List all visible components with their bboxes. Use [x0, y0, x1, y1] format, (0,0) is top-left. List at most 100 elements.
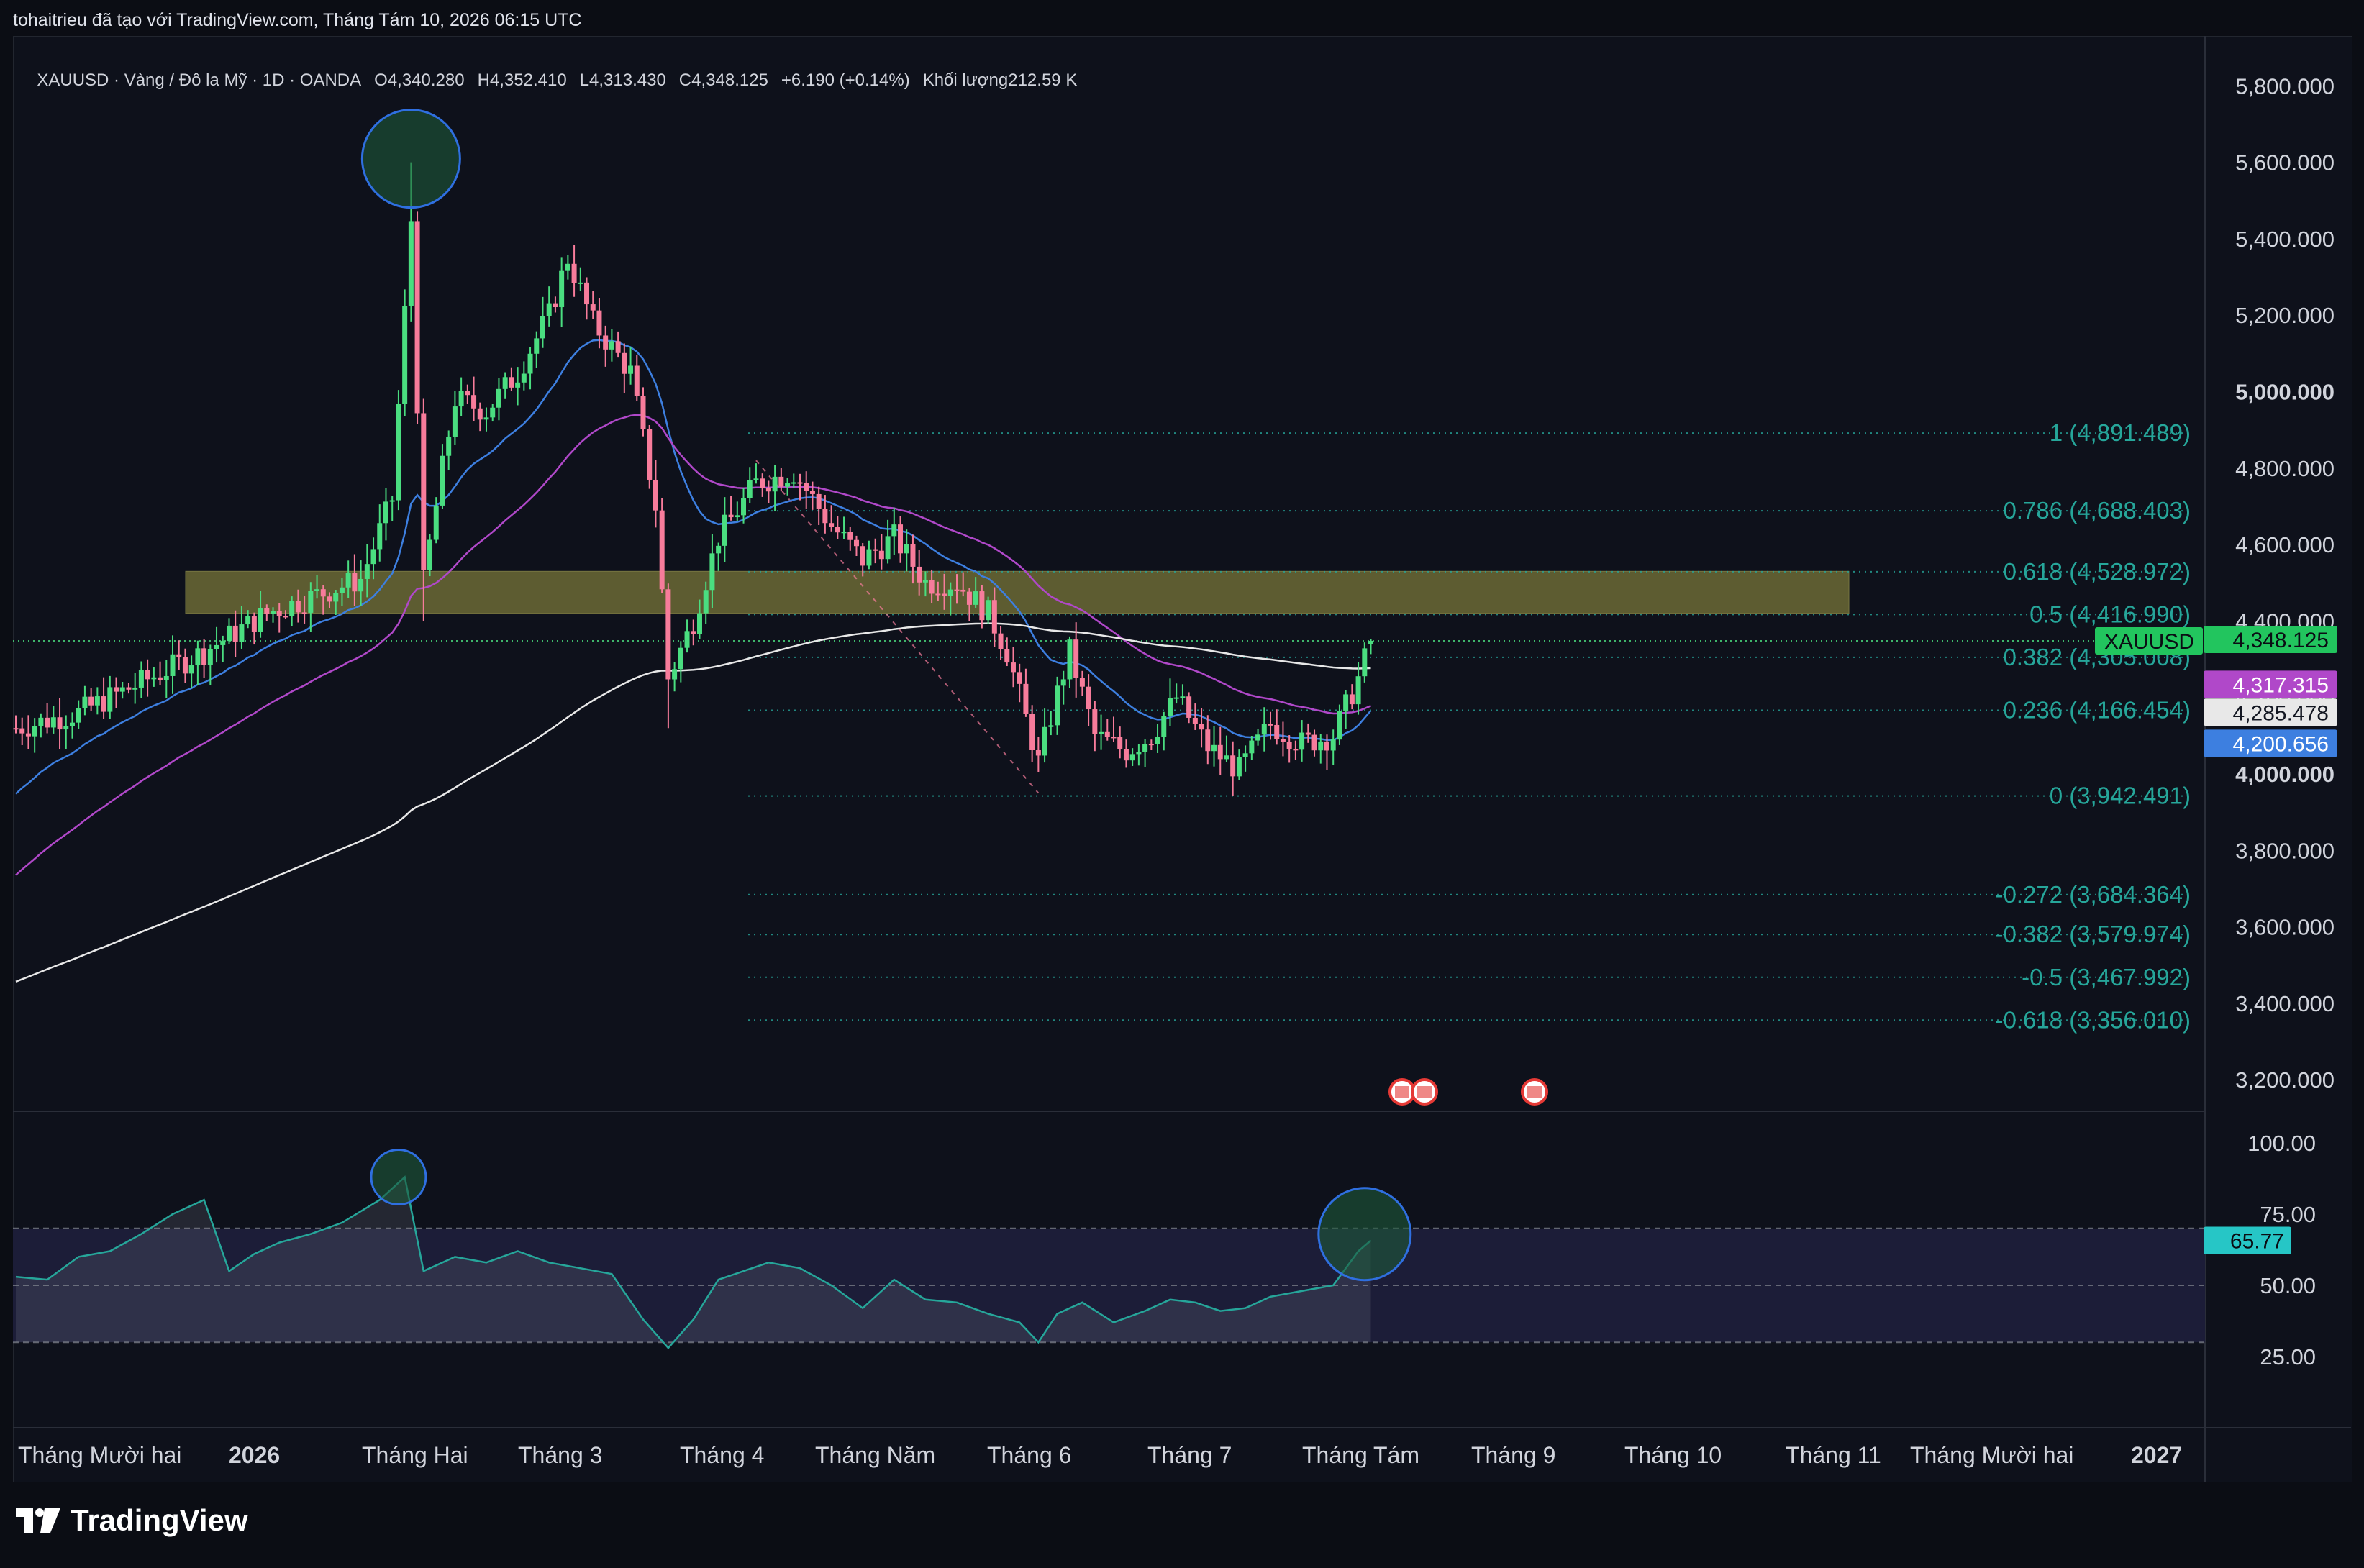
- candle-down: [301, 612, 307, 614]
- candle-up: [396, 404, 401, 501]
- candle-down: [1324, 741, 1329, 751]
- candle-down: [327, 596, 332, 602]
- ema-200-line: [15, 622, 1371, 983]
- candle-up: [1261, 724, 1267, 735]
- candle-up: [32, 726, 37, 737]
- candle-up: [527, 353, 533, 374]
- candle-down: [1286, 742, 1292, 749]
- candle-up: [1129, 754, 1135, 761]
- candle-down: [1205, 729, 1211, 752]
- candle-down: [477, 408, 483, 420]
- candle-down: [622, 352, 627, 374]
- candle-down: [1029, 714, 1035, 750]
- candle-up: [841, 532, 847, 534]
- candle-down: [917, 566, 922, 583]
- candle-up: [1255, 734, 1261, 741]
- time-axis-label: Tháng 6: [987, 1442, 1071, 1468]
- candle-down: [979, 591, 985, 621]
- candle-down: [603, 335, 609, 350]
- candle-up: [195, 648, 201, 666]
- candle-down: [640, 396, 646, 429]
- candle-up: [333, 593, 339, 602]
- candle-down: [1104, 731, 1110, 737]
- candle-down: [960, 589, 966, 592]
- candle-down: [935, 593, 941, 596]
- price-axis-label: 4,000.000: [2235, 762, 2335, 787]
- candle-up: [709, 553, 715, 591]
- candle-down: [910, 544, 916, 567]
- candle-up: [1173, 697, 1179, 699]
- candle-up: [1142, 744, 1148, 752]
- candle-up: [402, 306, 408, 404]
- resistance-zone: [185, 570, 1850, 614]
- candle-down: [1079, 678, 1085, 687]
- candle-up: [1055, 685, 1060, 726]
- price-chart[interactable]: 1 (4,891.489) 0.786 (4,688.403) 0.618 (4,5…: [0, 0, 2364, 1568]
- candle-down: [1293, 749, 1299, 751]
- candle-up: [716, 545, 722, 554]
- candle-down: [615, 341, 621, 353]
- candle-down: [1230, 755, 1236, 777]
- candle-down: [352, 573, 358, 592]
- time-axis-label: 2027: [2131, 1442, 2182, 1468]
- candle-up: [383, 501, 388, 524]
- candle-down: [1086, 686, 1091, 710]
- candle-down: [176, 654, 182, 657]
- candle-up: [1330, 739, 1336, 751]
- tradingview-logo[interactable]: TradingView: [16, 1503, 248, 1538]
- candle-down: [320, 589, 326, 597]
- candle-down: [1010, 662, 1016, 673]
- candle-up: [696, 613, 702, 634]
- candle-up: [1155, 737, 1160, 744]
- candle-down: [998, 633, 1004, 649]
- candle-down: [251, 616, 257, 632]
- candle-up: [1067, 639, 1073, 680]
- candle-up: [578, 282, 583, 284]
- candle-up: [63, 726, 69, 730]
- candle-down: [797, 482, 803, 484]
- candle-up: [1211, 744, 1217, 752]
- candle-up: [151, 677, 157, 680]
- fib-level-label: -0.618 (3,356.010): [1995, 1006, 2191, 1033]
- candle-down: [653, 479, 658, 511]
- candle-down: [942, 593, 947, 596]
- time-axis-label: Tháng 10: [1624, 1442, 1722, 1468]
- fib-level-label: 0.236 (4,166.454): [2003, 697, 2191, 724]
- rsi-highlight-circle: [370, 1149, 427, 1206]
- candle-down: [1123, 749, 1129, 761]
- last-price-tag: 4,348.125: [2233, 629, 2329, 652]
- candle-up: [772, 476, 778, 492]
- candle-down: [765, 488, 771, 492]
- rsi-axis-label: 25.00: [2260, 1344, 2316, 1369]
- candle-up: [502, 377, 508, 389]
- candle-up: [370, 549, 376, 565]
- symbol-title[interactable]: XAUUSD · Vàng / Đô la Mỹ · 1D · OANDA: [37, 70, 361, 90]
- candle-up: [885, 536, 891, 560]
- candle-down: [1111, 737, 1117, 739]
- candle-up: [446, 437, 452, 456]
- price-axis-label: 3,400.000: [2235, 991, 2335, 1016]
- candle-up: [791, 482, 796, 484]
- us-flag-stripes: [1417, 1086, 1432, 1098]
- candle-up: [1048, 725, 1054, 727]
- brand-name: TradingView: [71, 1503, 248, 1537]
- candle-up: [170, 654, 176, 676]
- candle-down: [1280, 739, 1286, 742]
- ema-20-tag: 4,200.656: [2233, 732, 2329, 756]
- candle-up: [364, 564, 370, 579]
- candle-up: [458, 391, 464, 407]
- candle-down: [13, 728, 19, 730]
- candle-down: [809, 491, 815, 494]
- candle-up: [289, 601, 295, 616]
- candle-up: [684, 631, 690, 648]
- candle-down: [1035, 749, 1041, 756]
- candle-up: [440, 455, 445, 506]
- candle-down: [847, 532, 853, 540]
- time-axis-label: Tháng Hai: [362, 1442, 468, 1468]
- candle-down: [665, 589, 671, 680]
- candle-up: [345, 573, 351, 588]
- price-axis-label: 5,400.000: [2235, 227, 2335, 252]
- candle-up: [703, 590, 709, 614]
- candle-up: [1236, 757, 1242, 777]
- candle-up: [922, 580, 928, 583]
